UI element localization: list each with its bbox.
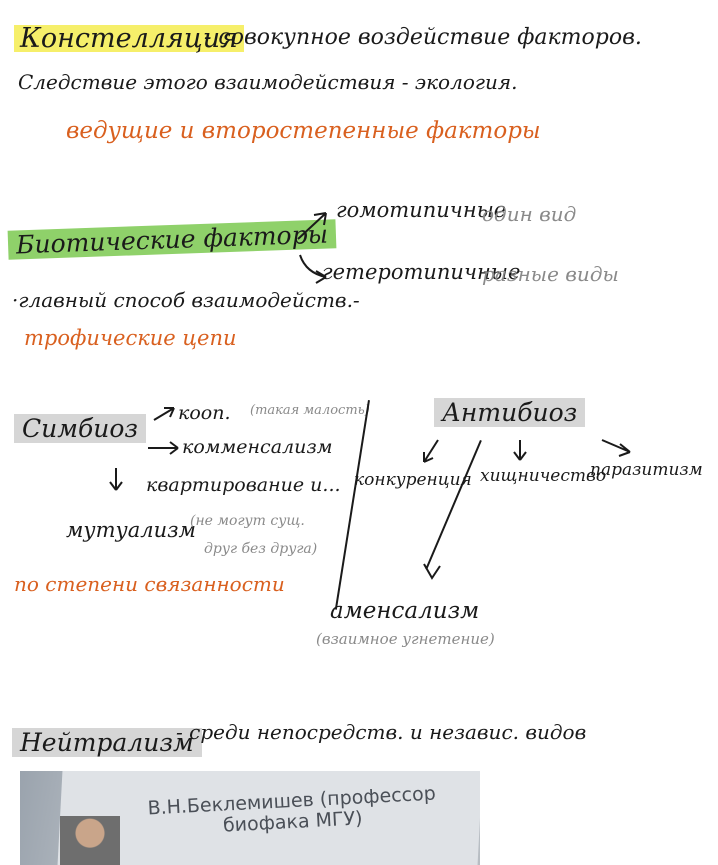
parasitism: паразитизм bbox=[590, 460, 703, 480]
inquilinism: квартирование и... bbox=[146, 474, 341, 496]
by-degree-note: по степени связанности bbox=[14, 572, 285, 596]
term-neutralism: Нейтрализм bbox=[12, 728, 202, 757]
mutualism-note-1: (не могут сущ. bbox=[190, 513, 305, 529]
portrait-image bbox=[60, 816, 120, 865]
homotypic: гомотипичные bbox=[336, 198, 507, 222]
cooperation: кооп. bbox=[178, 402, 231, 424]
term-biotic-factors: Биотические факторы bbox=[7, 219, 337, 260]
trophic-chains: трофические цепи bbox=[24, 326, 237, 350]
commensalism: комменсализм bbox=[182, 436, 333, 458]
mutualism-note-2: друг без друга) bbox=[204, 541, 318, 557]
term-antibiosis: Антибиоз bbox=[434, 398, 586, 427]
consequence-line: Следствие этого взаимодействия - экологи… bbox=[18, 70, 518, 94]
definition-constellation: - совокупное воздействие факторов. bbox=[204, 25, 642, 50]
competition: конкуренция bbox=[354, 470, 472, 490]
main-interaction-line: ·главный способ взаимодейств.- bbox=[12, 288, 360, 312]
homotypic-note: один вид bbox=[482, 202, 577, 226]
mutualism: мутуализм bbox=[66, 518, 196, 542]
divider-line bbox=[334, 400, 370, 610]
lecture-photo: В.Н.Беклемишев (профессор биофака МГУ) bbox=[20, 771, 480, 865]
predation: хищничество bbox=[480, 466, 607, 486]
cooperation-note: (такая малость) bbox=[250, 403, 370, 418]
amensalism: аменсализм bbox=[330, 598, 480, 624]
heterotypic-note: разные виды bbox=[482, 262, 619, 286]
definition-neutralism: - среди непосредств. и независ. видов bbox=[176, 720, 587, 744]
amensalism-arrow-icon bbox=[423, 563, 441, 580]
amensalism-note: (взаимное угнетение) bbox=[316, 630, 495, 648]
factors-note: ведущие и второстепенные факторы bbox=[66, 118, 541, 144]
